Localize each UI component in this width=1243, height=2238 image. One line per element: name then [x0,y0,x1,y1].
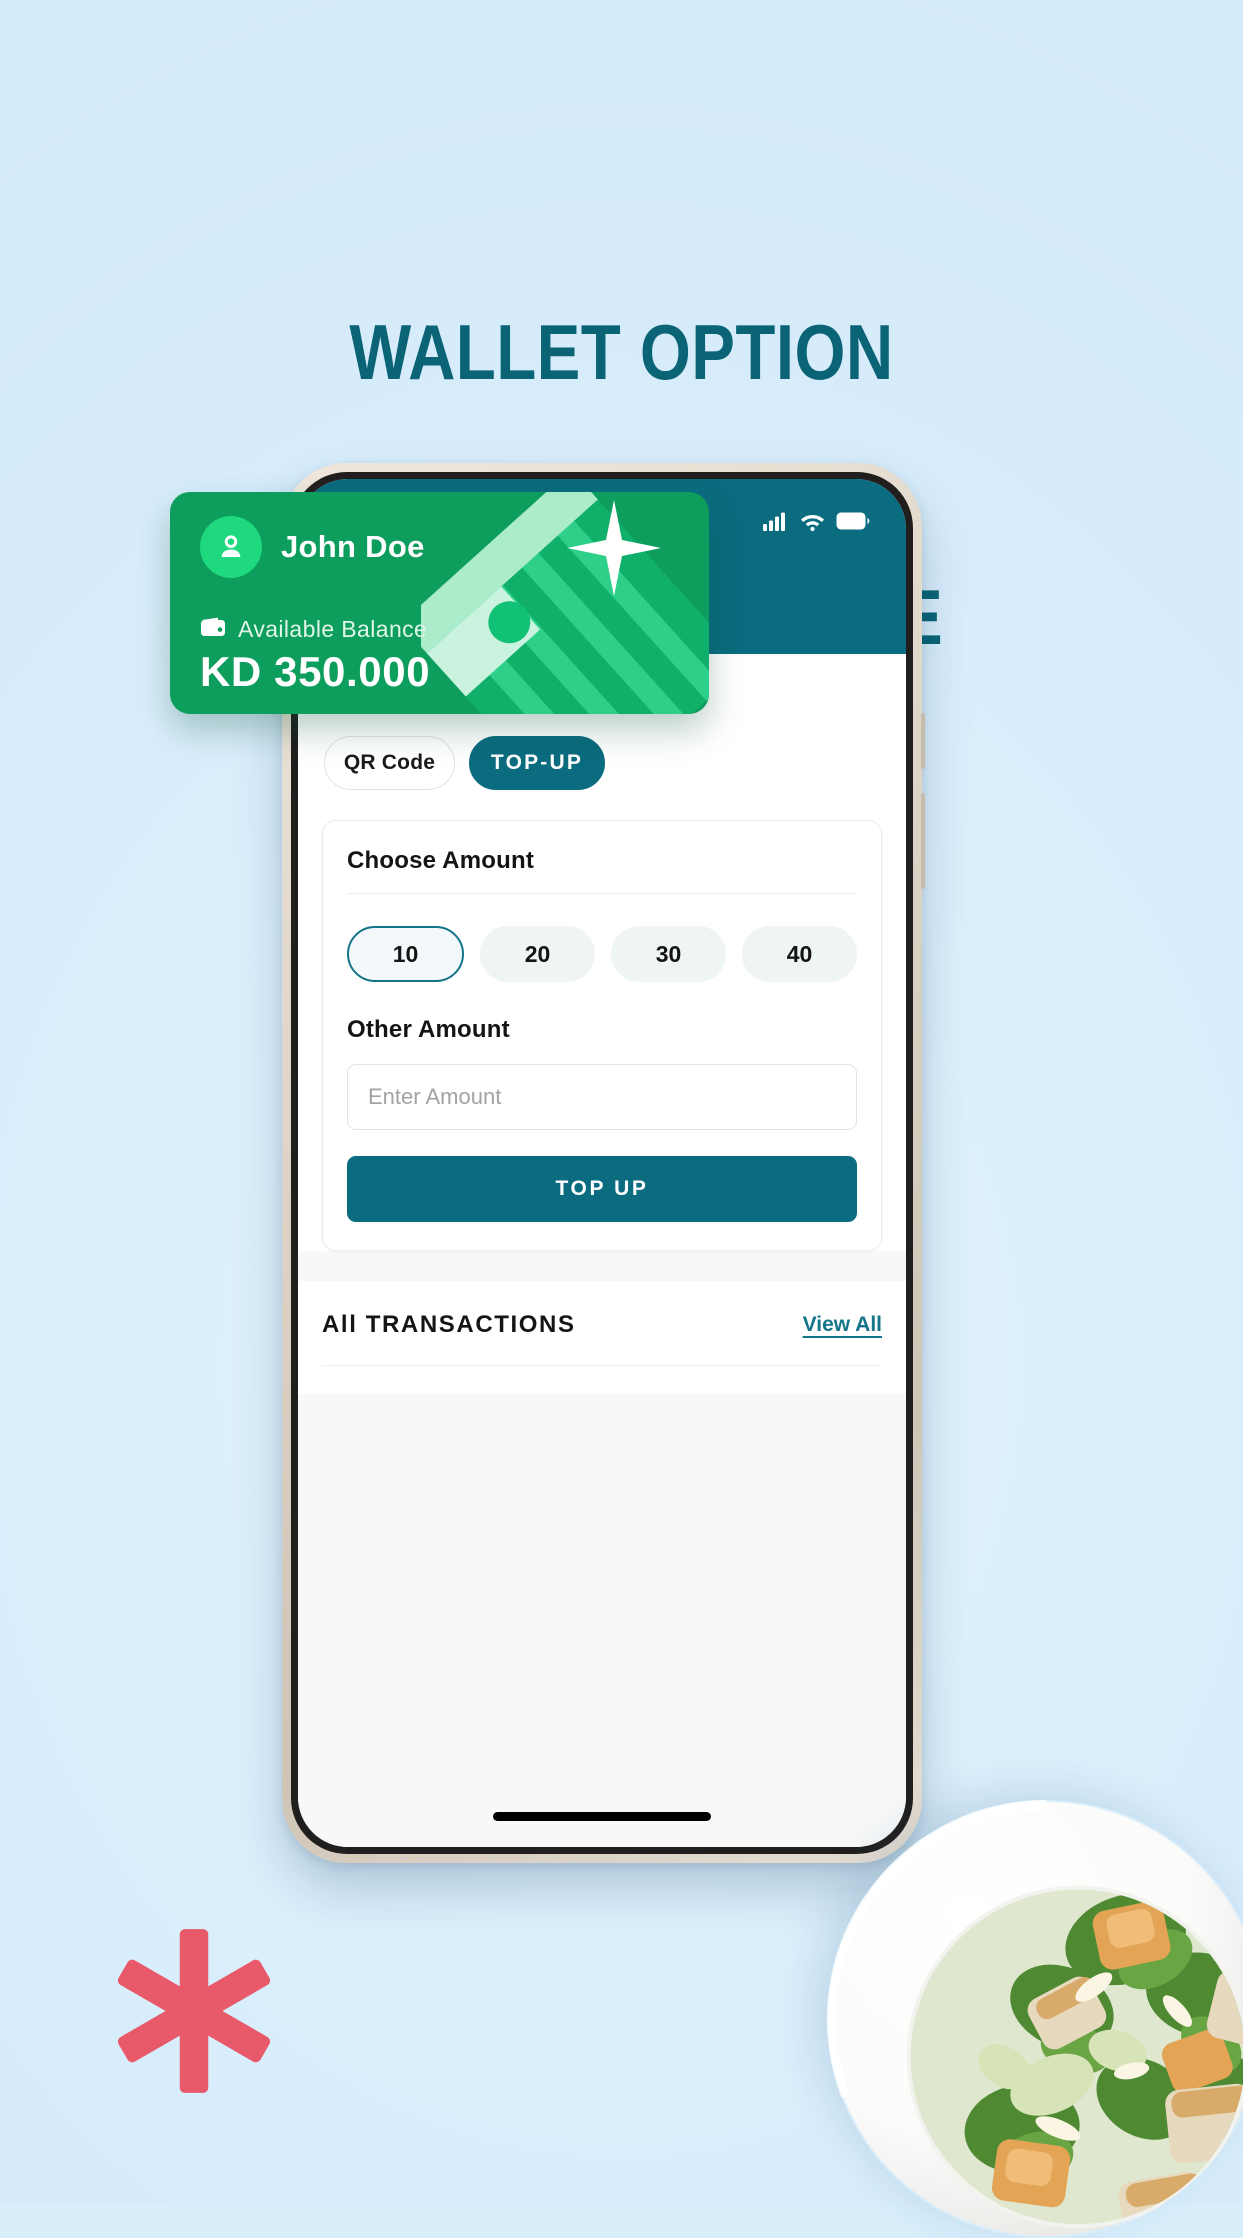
amount-chip-40[interactable]: 40 [742,926,857,982]
kale-caesar-salad-bowl [827,1800,1243,2236]
topup-card: Choose Amount 10 20 30 40 Other Amount T… [322,820,882,1251]
user-avatar-icon [200,516,262,578]
headline-line-1: WALLET OPTION [349,308,894,397]
wallet-user-name: John Doe [281,529,425,564]
tab-top-up[interactable]: TOP-UP [469,736,605,790]
cellular-signal-icon [763,512,789,536]
battery-icon [836,512,870,535]
phone-power-button[interactable] [921,793,925,889]
other-amount-label: Other Amount [347,1016,510,1043]
amount-chip-group: 10 20 30 40 [347,926,857,982]
balance-label-row: Available Balance [200,616,679,643]
choose-amount-label: Choose Amount [347,847,535,874]
phone-volume-button[interactable] [921,713,925,769]
section-divider [347,893,857,894]
amount-chip-10[interactable]: 10 [347,926,464,982]
topup-section: QR Code TOP-UP Choose Amount 10 20 30 40 [298,654,906,1251]
status-icons [763,512,870,536]
balance-value: KD 350.000 [200,648,431,695]
wallet-icon [200,617,226,643]
wallet-tabs: QR Code TOP-UP [298,736,906,790]
tab-qr-code[interactable]: QR Code [324,736,455,790]
transactions-title: All TRANSACTIONS [322,1311,576,1338]
app-body: QR Code TOP-UP Choose Amount 10 20 30 40 [298,654,906,1847]
balance-label: Available Balance [238,616,428,642]
wallet-card-content: John Doe Available Balance KD 350.000 [170,492,709,714]
asterisk-shape [117,1929,271,2093]
top-up-button[interactable]: TOP UP [347,1156,857,1222]
wifi-icon [800,512,825,536]
home-indicator-bar[interactable] [493,1812,711,1821]
transactions-header-row: All TRANSACTIONS View All [322,1311,882,1366]
view-all-link[interactable]: View All [803,1313,882,1337]
wallet-user-row: John Doe [200,516,679,578]
amount-chip-20[interactable]: 20 [480,926,595,982]
transactions-section: All TRANSACTIONS View All [298,1281,906,1394]
wallet-balance-card: John Doe Available Balance KD 350.000 [170,492,709,714]
amount-chip-30[interactable]: 30 [611,926,726,982]
other-amount-input[interactable] [347,1064,857,1130]
